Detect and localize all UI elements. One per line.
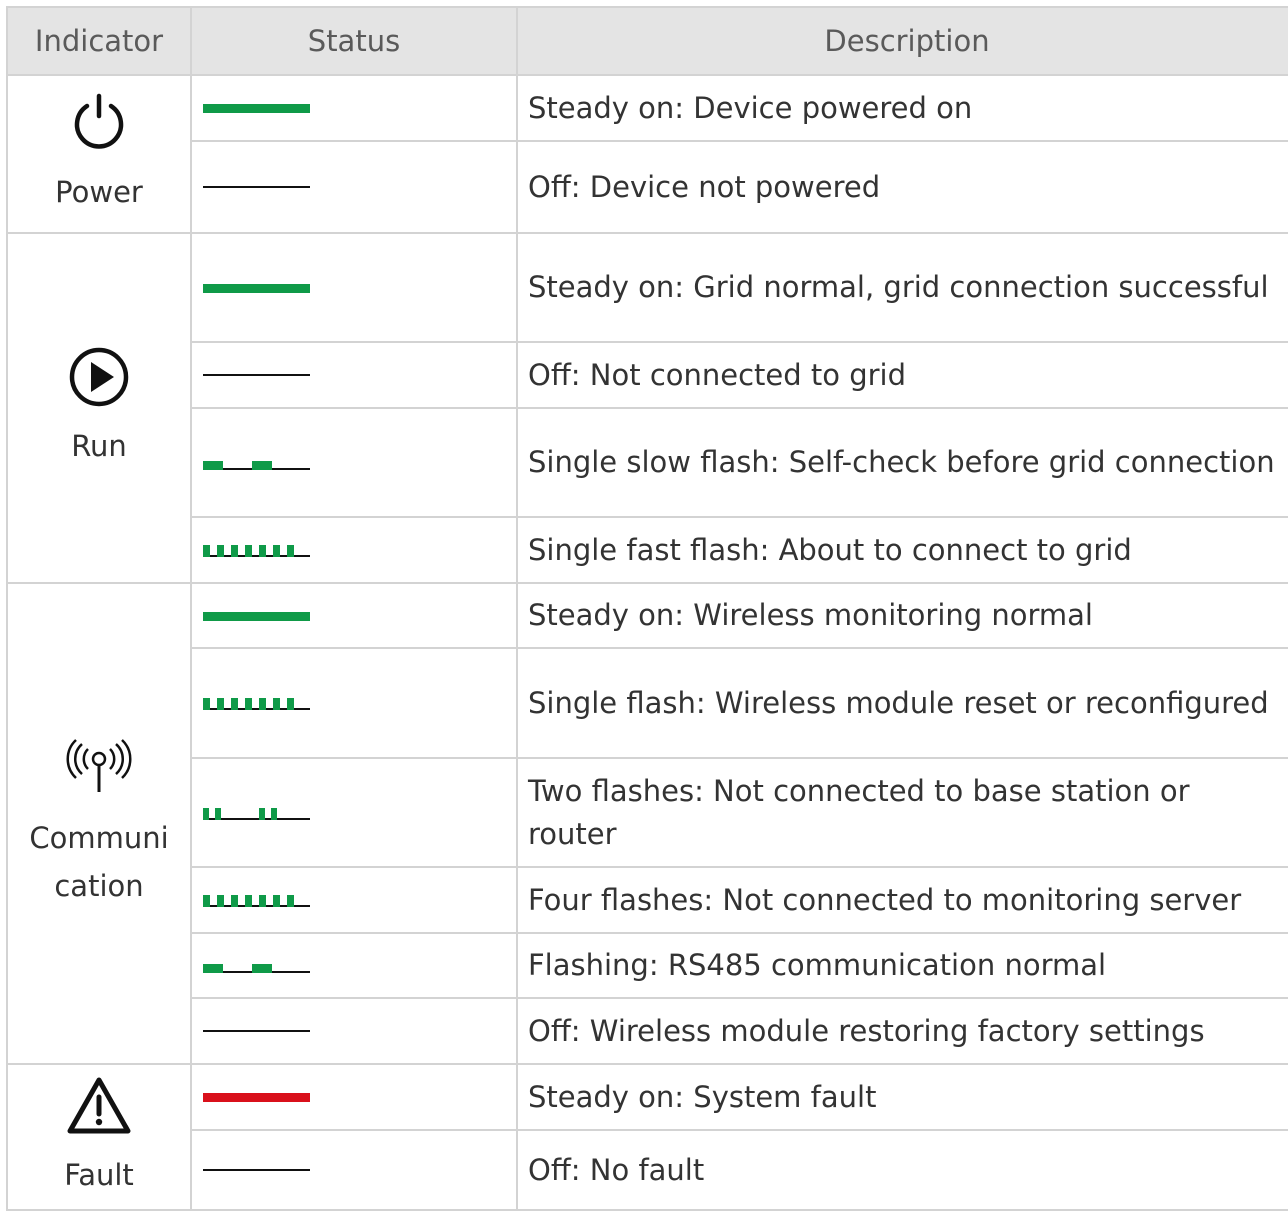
- status-off-line: [203, 186, 310, 188]
- status-steady-green: [203, 611, 310, 621]
- table-row: Fault Steady on: System fault: [6, 1063, 1288, 1211]
- status-flash-pattern: [203, 456, 310, 470]
- wireless-signal-icon: [66, 738, 132, 792]
- status-cell: [190, 582, 518, 649]
- status-cell: [190, 407, 518, 518]
- indicator-label: Run: [71, 429, 127, 463]
- status-steady-green: [203, 104, 310, 113]
- table-row: Flashing: RS485 communication normal: [7, 932, 1288, 999]
- description-cell: Two flashes: Not connected to base stati…: [516, 757, 1288, 868]
- warning-triangle-icon: [67, 1077, 131, 1134]
- table-row: Communi cation Steady on: Wireless monit…: [6, 582, 1288, 1065]
- description-cell: Off: Device not powered: [516, 140, 1288, 234]
- indicator-run: Run: [6, 232, 192, 584]
- table-row: Off: Device not powered: [7, 140, 1288, 234]
- status-cell: [190, 74, 518, 142]
- indicator-label: Power: [55, 175, 143, 209]
- description-cell: Steady on: Wireless monitoring normal: [516, 582, 1288, 649]
- table-row: Two flashes: Not connected to base stati…: [7, 757, 1288, 868]
- table-row: Single fast flash: About to connect to g…: [7, 516, 1288, 584]
- status-cell: [190, 866, 518, 934]
- status-cell: [190, 1129, 518, 1211]
- description-cell: Four flashes: Not connected to monitorin…: [516, 866, 1288, 934]
- status-off-line: [203, 1169, 310, 1171]
- indicator-power: Power: [6, 74, 192, 234]
- description-cell: Off: Not connected to grid: [516, 341, 1288, 409]
- status-flash-pattern: [203, 893, 310, 907]
- status-flash-pattern: [203, 959, 310, 973]
- table-row: Run Steady on: Grid normal, grid connect…: [6, 232, 1288, 584]
- description-cell: Off: No fault: [516, 1129, 1288, 1211]
- table-row: Single flash: Wireless module reset or r…: [7, 647, 1288, 759]
- status-steady-green: [203, 283, 310, 293]
- indicator-communication: Communi cation: [6, 582, 192, 1065]
- status-cell: [190, 757, 518, 868]
- header-description: Description: [516, 6, 1288, 76]
- indicator-label: Fault: [64, 1158, 134, 1192]
- status-steady-red: [203, 1093, 310, 1102]
- status-flash-pattern: [203, 696, 310, 710]
- description-cell: Steady on: Device powered on: [516, 74, 1288, 142]
- table-row: Off: Not connected to grid: [7, 341, 1288, 409]
- play-circle-icon: [69, 347, 129, 407]
- indicator-label: Communi cation: [29, 820, 169, 903]
- status-flash-pattern: [203, 543, 310, 557]
- status-off-line: [203, 374, 310, 376]
- description-cell: Off: Wireless module restoring factory s…: [516, 997, 1288, 1065]
- indicator-fault: Fault: [6, 1063, 192, 1211]
- description-cell: Single flash: Wireless module reset or r…: [516, 647, 1288, 759]
- status-cell: [190, 341, 518, 409]
- description-cell: Steady on: System fault: [516, 1063, 1288, 1131]
- table-row: Off: No fault: [7, 1129, 1288, 1211]
- description-cell: Single slow flash: Self-check before gri…: [516, 407, 1288, 518]
- status-cell: [190, 1063, 518, 1131]
- status-flash-pattern: [203, 806, 310, 820]
- header-row: Indicator Status Description: [6, 6, 1288, 76]
- description-cell: Single fast flash: About to connect to g…: [516, 516, 1288, 584]
- table-row: Single slow flash: Self-check before gri…: [7, 407, 1288, 518]
- status-cell: [190, 232, 518, 343]
- table-row: Power Steady on: Device powered on: [6, 74, 1288, 234]
- status-cell: [190, 647, 518, 759]
- table-row: Off: Wireless module restoring factory s…: [7, 997, 1288, 1065]
- power-icon: [74, 93, 124, 149]
- table-row: Four flashes: Not connected to monitorin…: [7, 866, 1288, 934]
- description-cell: Flashing: RS485 communication normal: [516, 932, 1288, 999]
- status-off-line: [203, 1030, 310, 1032]
- header-status: Status: [190, 6, 518, 76]
- status-cell: [190, 997, 518, 1065]
- status-cell: [190, 932, 518, 999]
- status-cell: [190, 140, 518, 234]
- indicator-table: Indicator Status Description Power Stead…: [6, 6, 1288, 1211]
- description-cell: Steady on: Grid normal, grid connection …: [516, 232, 1288, 343]
- header-indicator: Indicator: [6, 6, 192, 76]
- status-cell: [190, 516, 518, 584]
